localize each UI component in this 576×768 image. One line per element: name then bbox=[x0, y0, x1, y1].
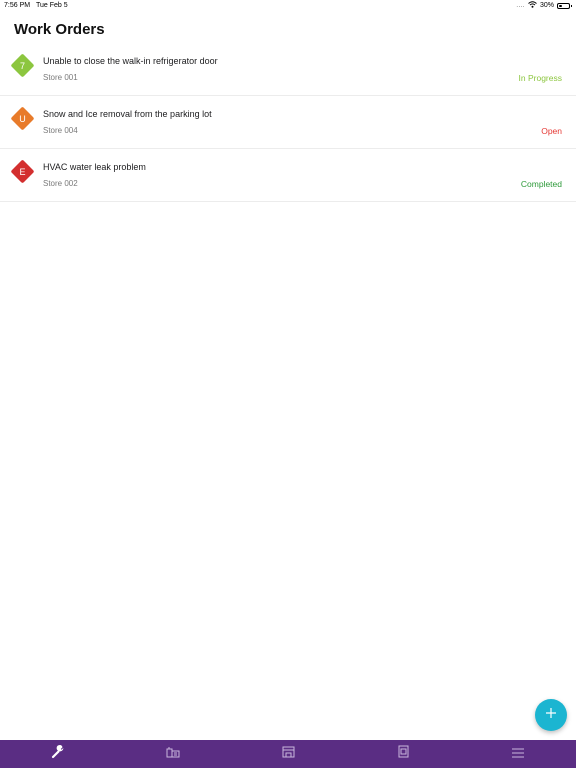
tab-invoices[interactable] bbox=[346, 740, 461, 768]
add-work-order-button[interactable] bbox=[535, 699, 567, 731]
tab-work-orders[interactable] bbox=[0, 740, 115, 768]
battery-percent: 30% bbox=[539, 2, 554, 9]
priority-badge-label: U bbox=[19, 113, 26, 124]
work-order-title: Unable to close the walk-in refrigerator… bbox=[43, 56, 218, 66]
work-order-title: HVAC water leak problem bbox=[43, 162, 146, 172]
tab-stores[interactable] bbox=[230, 740, 345, 768]
screen: 7:56 PM Tue Feb 5 .... 30% Work Orders 7… bbox=[0, 0, 576, 768]
work-order-row[interactable]: 7 Unable to close the walk-in refrigerat… bbox=[0, 43, 576, 96]
status-indicators: .... 30% bbox=[516, 1, 572, 10]
work-order-status: In Progress bbox=[518, 73, 562, 83]
work-order-row[interactable]: U Snow and Ice removal from the parking … bbox=[0, 96, 576, 149]
work-order-row[interactable]: E HVAC water leak problem Store 002 Comp… bbox=[0, 149, 576, 202]
work-order-status: Completed bbox=[520, 179, 562, 189]
wrench-icon bbox=[51, 744, 65, 764]
work-order-store: Store 004 bbox=[43, 126, 78, 135]
work-order-status: Open bbox=[541, 126, 562, 136]
building-icon bbox=[166, 745, 180, 763]
menu-icon bbox=[511, 745, 525, 763]
page-title: Work Orders bbox=[14, 21, 105, 38]
battery-icon bbox=[557, 2, 572, 9]
work-order-list: 7 Unable to close the walk-in refrigerat… bbox=[0, 43, 576, 202]
status-date: Tue Feb 5 bbox=[36, 2, 68, 9]
priority-badge-label: E bbox=[19, 166, 26, 177]
invoice-icon bbox=[398, 745, 409, 763]
signal-icon: .... bbox=[516, 2, 525, 9]
wifi-icon bbox=[528, 1, 537, 10]
work-order-title: Snow and Ice removal from the parking lo… bbox=[43, 109, 212, 119]
status-bar: 7:56 PM Tue Feb 5 .... 30% bbox=[0, 0, 576, 12]
tab-locations[interactable] bbox=[115, 740, 230, 768]
tab-menu[interactable] bbox=[461, 740, 576, 768]
priority-badge-label: 7 bbox=[19, 60, 25, 71]
work-order-store: Store 002 bbox=[43, 179, 78, 188]
tab-bar bbox=[0, 740, 576, 768]
storefront-icon bbox=[282, 745, 295, 763]
status-time: 7:56 PM bbox=[4, 2, 31, 9]
work-order-store: Store 001 bbox=[43, 73, 78, 82]
plus-icon bbox=[545, 706, 557, 724]
